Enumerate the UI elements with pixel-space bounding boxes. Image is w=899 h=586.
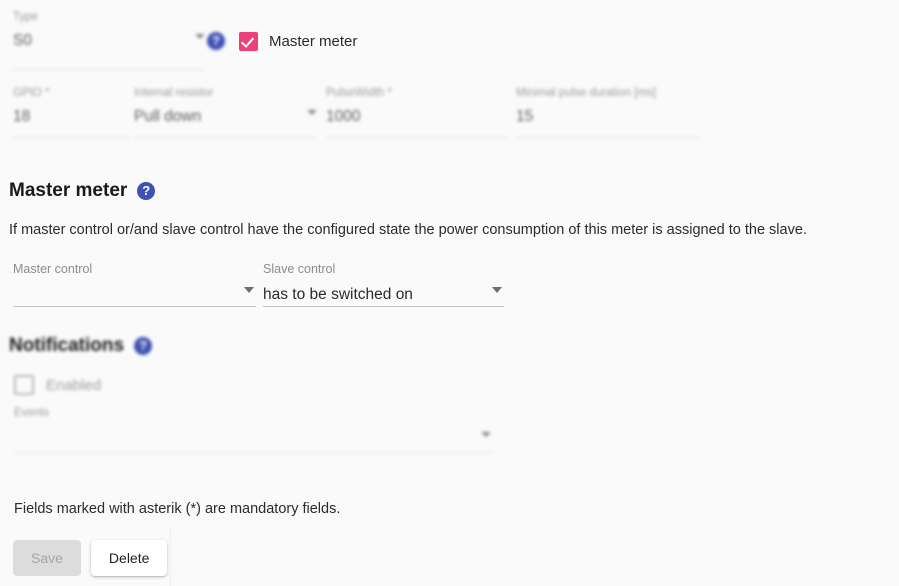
type-field-underline bbox=[13, 69, 205, 70]
master-control-label: Master control bbox=[13, 262, 93, 276]
chevron-down-icon[interactable] bbox=[195, 34, 205, 39]
help-circle-icon[interactable]: ? bbox=[207, 32, 225, 50]
type-field-value: S0 bbox=[13, 32, 32, 49]
master-control-underline bbox=[13, 306, 256, 307]
form-action-buttons: Save Delete bbox=[13, 540, 168, 576]
pulsewidth-field-label: PulseWidth * bbox=[326, 87, 392, 99]
chevron-down-icon[interactable] bbox=[244, 287, 254, 293]
pulsewidth-field[interactable]: PulseWidth * 1000 bbox=[326, 86, 509, 138]
minimal-pulse-duration-field[interactable]: Minimal pulse duration [ms] 15 bbox=[516, 86, 699, 138]
meter-configuration-page: Type S0 ? Master meter GPIO * 18 Interna… bbox=[0, 0, 899, 586]
minimal-pulse-duration-field-value: 15 bbox=[516, 108, 534, 125]
type-field-label: Type bbox=[13, 11, 38, 23]
slave-control-label: Slave control bbox=[263, 262, 336, 276]
master-meter-section-heading: Master meter ? bbox=[9, 180, 156, 202]
gpio-field-value: 18 bbox=[13, 108, 31, 125]
type-field[interactable]: Type S0 bbox=[13, 10, 205, 70]
checkbox-checked-icon[interactable] bbox=[239, 32, 258, 51]
master-control-value bbox=[13, 281, 256, 308]
help-circle-icon[interactable]: ? bbox=[134, 337, 153, 355]
chevron-down-icon[interactable] bbox=[481, 432, 491, 437]
type-help-icon-wrap[interactable]: ? bbox=[207, 32, 225, 50]
events-select[interactable]: Events bbox=[14, 406, 493, 453]
save-button[interactable]: Save bbox=[13, 540, 81, 576]
master-control-select[interactable]: Master control bbox=[13, 262, 256, 307]
pulsewidth-field-underline bbox=[326, 137, 509, 138]
master-meter-description: If master control or/and slave control h… bbox=[9, 222, 807, 238]
mandatory-fields-note: Fields marked with asterik (*) are manda… bbox=[14, 501, 341, 517]
master-meter-heading-text: Master meter bbox=[9, 180, 128, 201]
delete-button[interactable]: Delete bbox=[90, 540, 168, 576]
internal-resistor-field-value: Pull down bbox=[134, 108, 202, 125]
help-circle-icon[interactable]: ? bbox=[137, 182, 156, 200]
events-underline bbox=[14, 452, 493, 453]
gpio-field[interactable]: GPIO * 18 bbox=[13, 86, 130, 138]
slave-control-value: has to be switched on bbox=[263, 286, 413, 303]
notifications-heading-text: Notifications bbox=[9, 335, 125, 356]
pane-divider bbox=[170, 528, 171, 586]
internal-resistor-field-label: Internal resistor bbox=[134, 87, 214, 99]
gpio-field-label: GPIO * bbox=[13, 87, 50, 99]
notifications-enabled-checkbox[interactable]: Enabled bbox=[14, 375, 101, 395]
minimal-pulse-duration-field-label: Minimal pulse duration [ms] bbox=[516, 87, 656, 99]
master-meter-checkbox[interactable]: Master meter bbox=[239, 32, 357, 51]
notifications-enabled-label: Enabled bbox=[46, 376, 102, 394]
slave-control-underline bbox=[263, 306, 504, 307]
internal-resistor-field-underline bbox=[134, 137, 317, 138]
gpio-field-underline bbox=[13, 137, 130, 138]
minimal-pulse-duration-field-underline bbox=[516, 137, 699, 138]
chevron-down-icon[interactable] bbox=[492, 287, 502, 293]
checkbox-unchecked-icon[interactable] bbox=[14, 375, 34, 395]
master-meter-checkbox-label: Master meter bbox=[269, 33, 358, 50]
notifications-section-heading: Notifications ? bbox=[9, 335, 153, 357]
events-label: Events bbox=[14, 407, 50, 419]
slave-control-select[interactable]: Slave control has to be switched on bbox=[263, 262, 504, 307]
chevron-down-icon[interactable] bbox=[307, 110, 317, 115]
internal-resistor-field[interactable]: Internal resistor Pull down bbox=[134, 86, 317, 138]
pulsewidth-field-value: 1000 bbox=[326, 108, 361, 125]
